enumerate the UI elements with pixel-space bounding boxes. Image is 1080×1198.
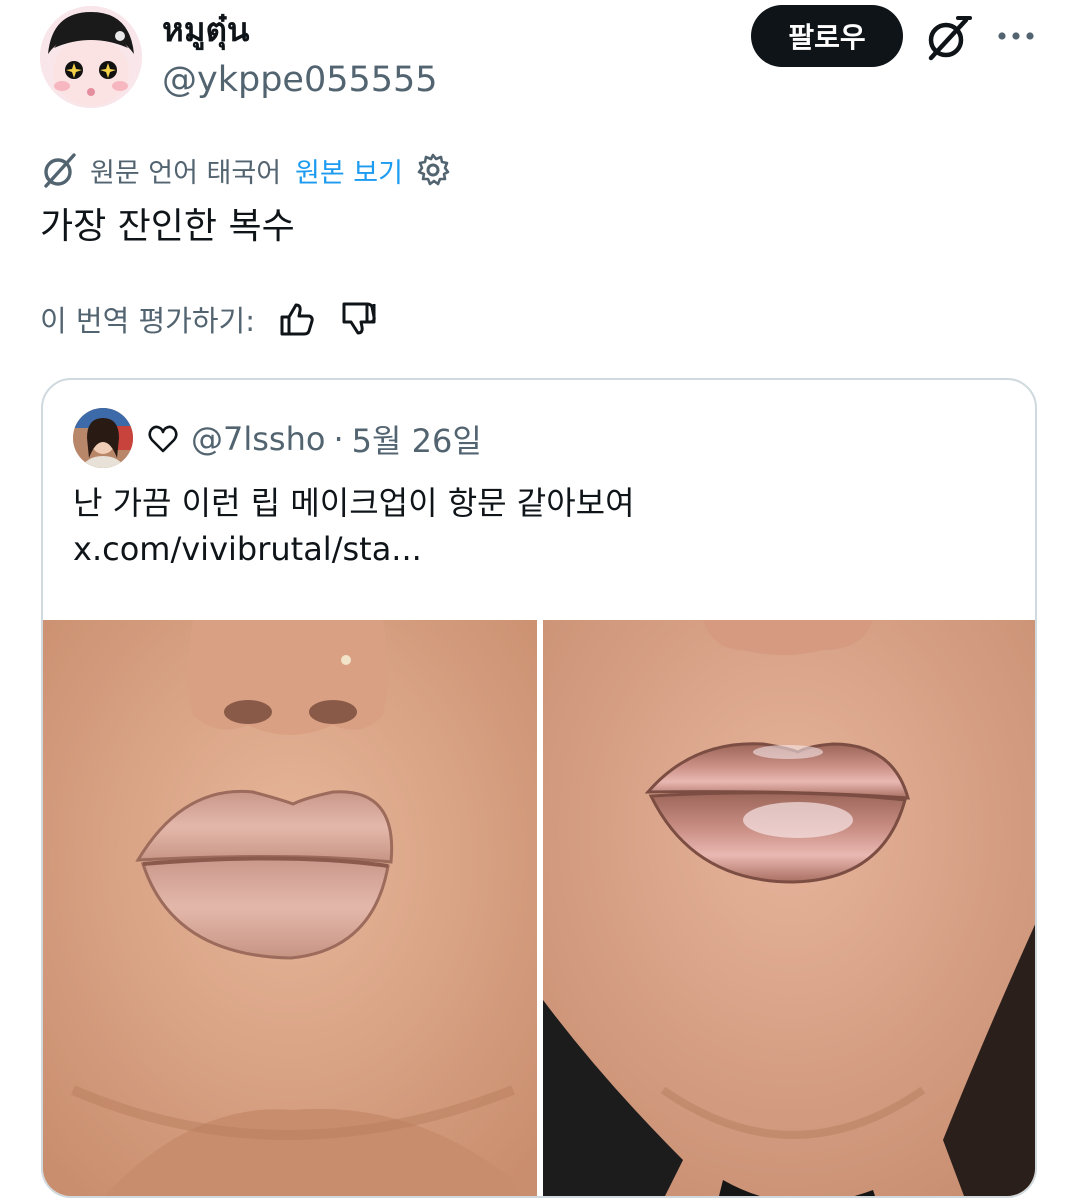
lips-photo-right[interactable] xyxy=(543,620,1035,1196)
quote-text-line: 난 가끔 이런 립 메이크업이 항문 같아보여 xyxy=(73,484,635,522)
header-separator: · xyxy=(333,420,344,458)
lips-photo-left[interactable] xyxy=(43,620,537,1196)
quoted-tweet[interactable]: @7lssho · 5월 26일 난 가끔 이런 립 메이크업이 항문 같아보여… xyxy=(41,378,1037,1198)
anime-avatar-icon xyxy=(40,6,142,108)
author-display-name[interactable]: หมูตุ๋น xyxy=(162,10,250,50)
gear-icon[interactable] xyxy=(415,152,451,188)
quote-text: 난 가끔 이런 립 메이크업이 항문 같아보여 x.com/vivibrutal… xyxy=(73,480,993,572)
quote-header: @7lssho · 5월 26일 xyxy=(147,414,482,464)
quote-author-handle[interactable]: @7lssho xyxy=(191,420,325,458)
translated-tweet-text: 가장 잔인한 복수 xyxy=(40,206,295,247)
grok-translate-icon xyxy=(44,153,76,188)
grok-icon[interactable] xyxy=(922,12,974,64)
translation-info: 원문 언어 태국어 원본 보기 xyxy=(40,148,451,192)
author-handle[interactable]: @ykppe055555 xyxy=(162,60,438,100)
thumbs-up-icon[interactable] xyxy=(277,299,317,339)
original-language-label: 원문 언어 태국어 xyxy=(90,157,282,189)
follow-button[interactable]: 팔로우 xyxy=(751,5,903,67)
more-dots-icon[interactable] xyxy=(994,18,1038,54)
author-avatar[interactable] xyxy=(40,6,142,108)
view-original-link[interactable]: 원본 보기 xyxy=(295,151,403,190)
quote-date[interactable]: 5월 26일 xyxy=(352,416,482,462)
rate-translation: 이 번역 평가하기: xyxy=(40,294,379,344)
thumbs-down-icon[interactable] xyxy=(339,299,379,339)
quote-author-avatar[interactable] xyxy=(73,408,133,468)
quote-link[interactable]: x.com/vivibrutal/sta... xyxy=(73,526,993,572)
heart-icon xyxy=(148,425,178,453)
rate-translation-label: 이 번역 평가하기: xyxy=(40,304,255,338)
